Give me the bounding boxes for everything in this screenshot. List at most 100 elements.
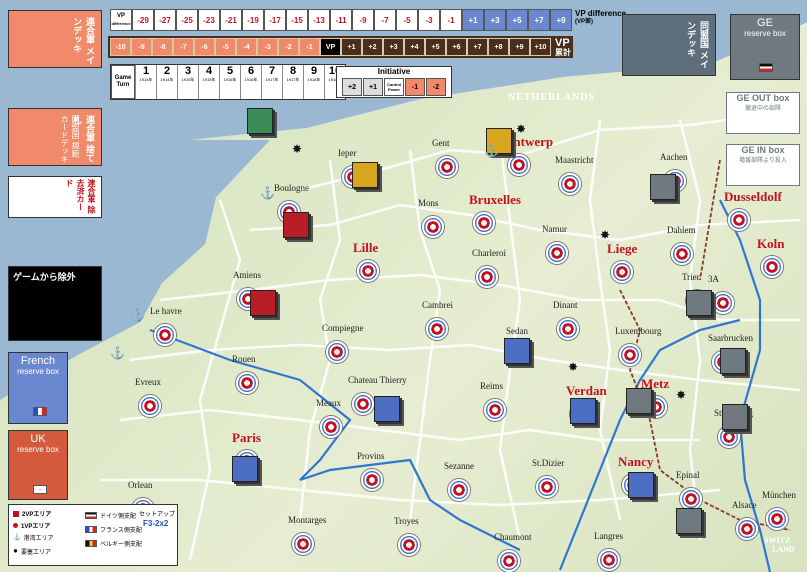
vp-difference-cell[interactable]: -9	[352, 9, 374, 31]
game-turn-cell[interactable]: 1 1914年	[135, 65, 156, 99]
initiative-cell[interactable]: -2	[426, 78, 446, 96]
vp-total-cell[interactable]: +6	[446, 38, 467, 56]
unit-counter[interactable]	[686, 290, 712, 316]
ge-out-box[interactable]: GE OUT box 撤退中の部隊	[726, 92, 800, 134]
vp-marker[interactable]	[473, 212, 495, 234]
vp-marker[interactable]	[761, 256, 783, 278]
unit-counter[interactable]	[650, 174, 676, 200]
vp-total-cell[interactable]: +7	[467, 38, 488, 56]
allied-removed-box[interactable]: 連合軍 除去済カード	[8, 176, 102, 218]
vp-marker[interactable]	[139, 395, 161, 417]
vp-difference-cell[interactable]: -3	[418, 9, 440, 31]
vp-difference-cell[interactable]: -23	[198, 9, 220, 31]
vp-total-cell[interactable]: +9	[509, 38, 530, 56]
vp-total-cell[interactable]: +5	[425, 38, 446, 56]
vp-marker[interactable]	[671, 243, 693, 265]
unit-counter[interactable]	[247, 108, 273, 134]
vp-total-cell[interactable]: -9	[131, 38, 152, 56]
vp-marker[interactable]	[361, 469, 383, 491]
vp-total-cell[interactable]: -7	[173, 38, 194, 56]
initiative-cell[interactable]: +1	[363, 78, 383, 96]
vp-total-marker[interactable]: VP	[320, 38, 341, 56]
vp-total-cell[interactable]: -1	[299, 38, 320, 56]
vp-total-cell[interactable]: -8	[152, 38, 173, 56]
vp-marker[interactable]	[611, 261, 633, 283]
unit-counter[interactable]	[722, 404, 748, 430]
ge-reserve-box[interactable]: GE reserve box	[730, 14, 800, 80]
vp-total-cell[interactable]: +3	[383, 38, 404, 56]
initiative-cell[interactable]: +2	[342, 78, 362, 96]
vp-marker[interactable]	[680, 488, 702, 510]
vp-difference-cell[interactable]: -11	[330, 9, 352, 31]
game-turn-cell[interactable]: 7 1917年	[261, 65, 282, 99]
vp-total-cell[interactable]: +2	[362, 38, 383, 56]
vp-total-cell[interactable]: +10	[530, 38, 551, 56]
vp-marker[interactable]	[712, 292, 734, 314]
vp-marker[interactable]	[619, 344, 641, 366]
uk-reserve-box[interactable]: UK reserve box	[8, 430, 68, 500]
vp-difference-cell[interactable]: +1	[462, 9, 484, 31]
vp-marker[interactable]	[728, 209, 750, 231]
vp-marker[interactable]	[292, 533, 314, 555]
vp-marker[interactable]	[559, 173, 581, 195]
vp-marker[interactable]	[422, 216, 444, 238]
game-turn-cell[interactable]: 4 1915年	[198, 65, 219, 99]
game-turn-cell[interactable]: 5 1916年	[219, 65, 240, 99]
unit-counter[interactable]	[626, 388, 652, 414]
vp-marker[interactable]	[236, 372, 258, 394]
vp-difference-cell[interactable]: -19	[242, 9, 264, 31]
game-turn-cell[interactable]: 8 1917年	[282, 65, 303, 99]
vp-marker[interactable]	[326, 341, 348, 363]
allied-main-deck-box[interactable]: 連合軍 メインデッキ	[8, 10, 102, 68]
vp-marker[interactable]	[508, 154, 530, 176]
vp-marker[interactable]	[766, 508, 788, 530]
allied-discard-box[interactable]: 連合軍 捨て札 同盟国 規範カードデッキ	[8, 108, 102, 166]
vp-total-cell[interactable]: -6	[194, 38, 215, 56]
vp-marker[interactable]	[536, 476, 558, 498]
game-turn-cell[interactable]: 2 1914年	[156, 65, 177, 99]
initiative-cell[interactable]: Control Power	[384, 78, 404, 96]
unit-counter[interactable]	[628, 472, 654, 498]
vp-marker[interactable]	[448, 479, 470, 501]
vp-marker[interactable]	[154, 324, 176, 346]
initiative-cell[interactable]: -1	[405, 78, 425, 96]
vp-marker[interactable]	[498, 550, 520, 572]
unit-counter[interactable]	[570, 398, 596, 424]
vp-difference-cell[interactable]: +5	[506, 9, 528, 31]
vp-total-cell[interactable]: +8	[488, 38, 509, 56]
vp-difference-cell[interactable]: -5	[396, 9, 418, 31]
vp-difference-cell[interactable]: -15	[286, 9, 308, 31]
unit-counter[interactable]	[250, 290, 276, 316]
vp-marker[interactable]	[320, 416, 342, 438]
game-turn-cell[interactable]: 9 1918年	[303, 65, 324, 99]
vp-difference-cell[interactable]: +7	[528, 9, 550, 31]
central-main-deck-box[interactable]: 同盟国 メインデッキ	[622, 14, 716, 76]
vp-total-cell[interactable]: +1	[341, 38, 362, 56]
vp-difference-cell[interactable]: +3	[484, 9, 506, 31]
vp-difference-cell[interactable]: -27	[154, 9, 176, 31]
vp-difference-cell[interactable]: -13	[308, 9, 330, 31]
vp-marker[interactable]	[736, 518, 758, 540]
vp-marker[interactable]	[426, 318, 448, 340]
vp-difference-cell[interactable]: -29	[132, 9, 154, 31]
unit-counter[interactable]	[504, 338, 530, 364]
vp-difference-cell[interactable]: -7	[374, 9, 396, 31]
vp-marker[interactable]	[598, 549, 620, 571]
vp-marker[interactable]	[476, 266, 498, 288]
vp-marker[interactable]	[546, 242, 568, 264]
vp-difference-cell[interactable]: -1	[440, 9, 462, 31]
vp-total-cell[interactable]: -4	[236, 38, 257, 56]
vp-total-cell[interactable]: -2	[278, 38, 299, 56]
unit-counter[interactable]	[676, 508, 702, 534]
vp-marker[interactable]	[352, 393, 374, 415]
vp-difference-cell[interactable]: -21	[220, 9, 242, 31]
vp-marker[interactable]	[557, 318, 579, 340]
unit-counter[interactable]	[283, 212, 309, 238]
vp-marker[interactable]	[436, 156, 458, 178]
vp-marker[interactable]	[398, 534, 420, 556]
vp-marker[interactable]	[357, 260, 379, 282]
vp-total-cell[interactable]: -10	[110, 38, 131, 56]
french-reserve-box[interactable]: French reserve box	[8, 352, 68, 424]
vp-total-cell[interactable]: -3	[257, 38, 278, 56]
vp-total-cell[interactable]: +4	[404, 38, 425, 56]
